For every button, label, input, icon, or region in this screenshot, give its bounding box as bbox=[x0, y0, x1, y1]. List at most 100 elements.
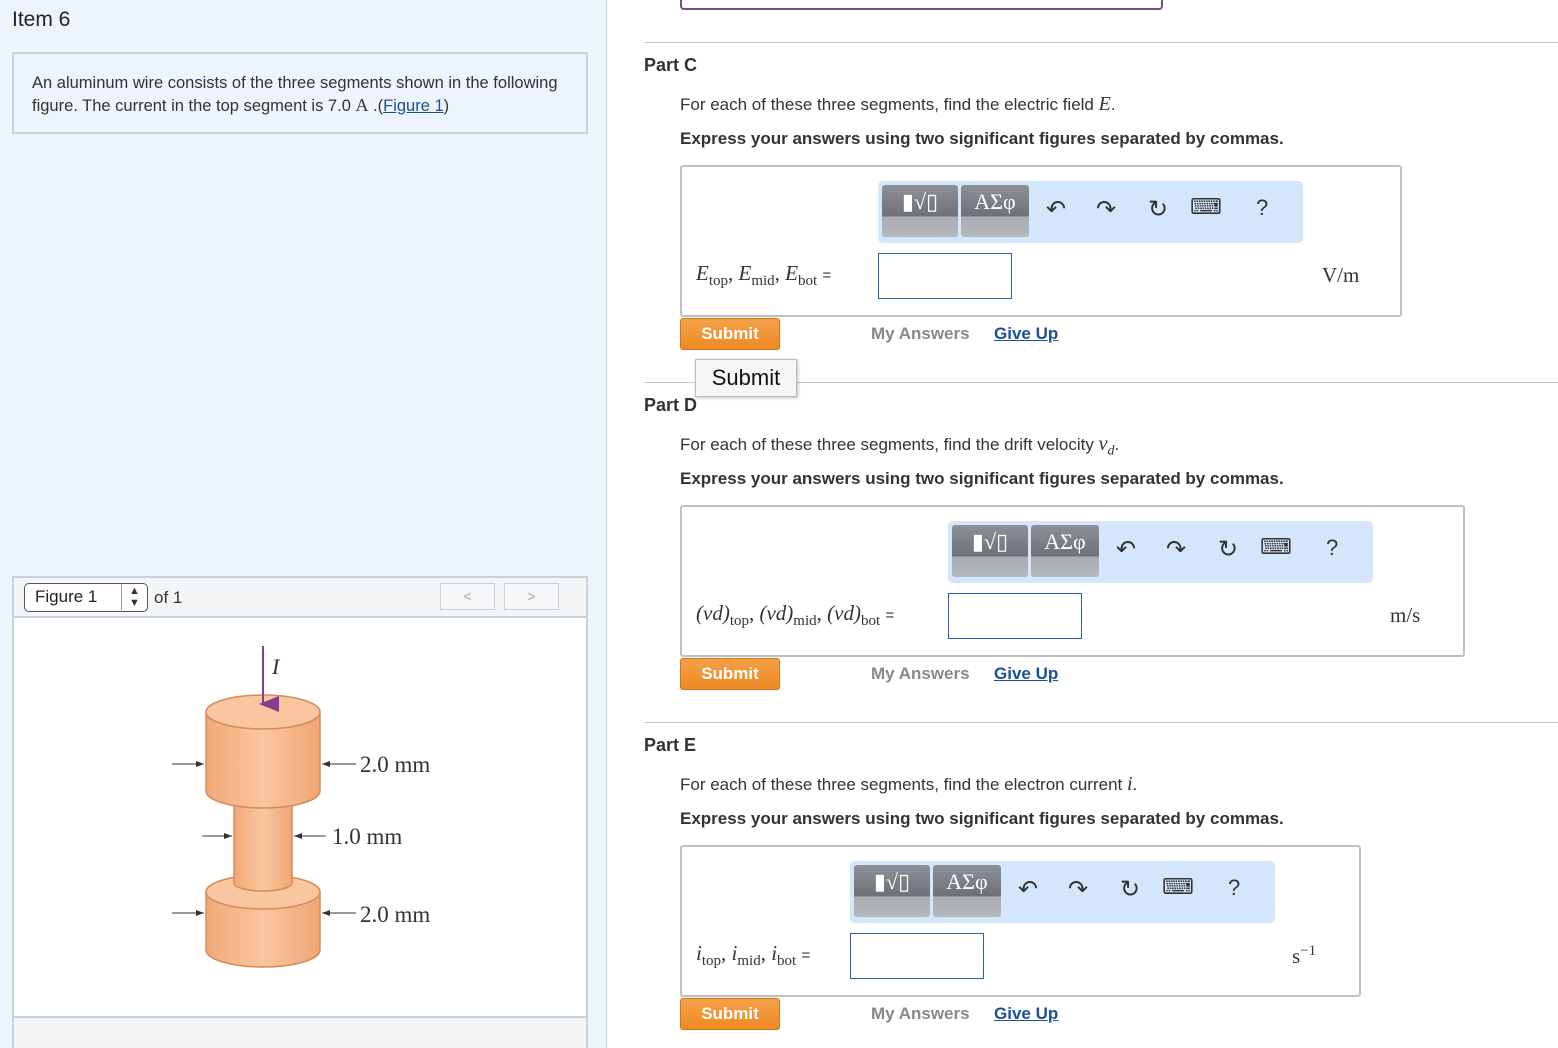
wire-figure: I 2.0 mm 1.0 mm 2.0 mm bbox=[172, 646, 430, 968]
part-d-my-answers-link[interactable]: My Answers bbox=[871, 664, 970, 684]
bottom-dimension-label: 2.0 mm bbox=[360, 902, 430, 927]
redo-icon[interactable]: ↷ bbox=[1166, 535, 1186, 563]
prev-figure-button[interactable]: < bbox=[440, 583, 495, 610]
part-divider bbox=[644, 722, 1558, 723]
symbols-button[interactable]: ΑΣφ bbox=[933, 865, 1001, 917]
part-c-end: . bbox=[1110, 95, 1116, 114]
current-label: I bbox=[271, 654, 281, 679]
part-e-answer-input[interactable] bbox=[850, 933, 984, 979]
part-d-submit-button[interactable]: Submit bbox=[680, 658, 780, 690]
part-c-unit: V/m bbox=[1322, 263, 1360, 287]
help-icon[interactable]: ? bbox=[1326, 535, 1338, 561]
templates-button[interactable]: ▮√▯ bbox=[854, 865, 930, 917]
part-c-answer-input[interactable] bbox=[878, 253, 1012, 299]
part-d-instruction: Express your answers using two significa… bbox=[680, 469, 1284, 488]
redo-icon[interactable]: ↷ bbox=[1096, 195, 1116, 223]
next-figure-button[interactable]: > bbox=[504, 583, 559, 610]
part-e-prompt-text: For each of these three segments, find t… bbox=[680, 775, 1123, 794]
templates-icon: ▮√▯ bbox=[971, 529, 1009, 554]
symbols-button[interactable]: ΑΣφ bbox=[961, 185, 1029, 237]
part-e-submit-button[interactable]: Submit bbox=[680, 998, 780, 1030]
part-d-symbol: v bbox=[1098, 433, 1108, 455]
part-e-my-answers-link[interactable]: My Answers bbox=[871, 1004, 970, 1024]
part-c-title: Part C bbox=[644, 55, 698, 75]
part-d-end: . bbox=[1114, 435, 1120, 454]
part-d-answer-label: (vd)top, (vd)mid, (vd)bot = bbox=[696, 601, 895, 630]
chevron-right-icon: > bbox=[527, 588, 536, 604]
problem-sep: .( bbox=[368, 97, 384, 115]
part-c-instruction: Express your answers using two significa… bbox=[680, 129, 1284, 148]
templates-button[interactable]: ▮√▯ bbox=[882, 185, 958, 237]
part-d-answer-input[interactable] bbox=[948, 593, 1082, 639]
part-e-instruction: Express your answers using two significa… bbox=[680, 809, 1284, 828]
templates-icon: ▮√▯ bbox=[901, 189, 939, 214]
symbols-button[interactable]: ΑΣφ bbox=[1031, 525, 1099, 577]
problem-statement: An aluminum wire consists of the three s… bbox=[12, 52, 588, 134]
symbols-icon: ΑΣφ bbox=[1044, 529, 1086, 554]
problem-text: An aluminum wire consists of the three s… bbox=[32, 74, 558, 115]
part-e-title: Part E bbox=[644, 735, 697, 755]
part-e-answer-box: ▮√▯ ΑΣφ ↶ ↷ ↻ ⌨ ? itop, imid, ibot = s−1 bbox=[680, 845, 1361, 997]
help-icon[interactable]: ? bbox=[1256, 195, 1268, 221]
part-e-unit-exponent: −1 bbox=[1300, 943, 1317, 959]
middle-segment bbox=[233, 795, 293, 892]
chevron-left-icon: < bbox=[463, 588, 472, 604]
part-d-title: Part D bbox=[644, 395, 698, 415]
keyboard-icon[interactable]: ⌨ bbox=[1162, 875, 1194, 900]
part-divider bbox=[644, 42, 1558, 43]
part-c-answer-label: Etop, Emid, Ebot = bbox=[696, 261, 832, 290]
part-d-prompt-text: For each of these three segments, find t… bbox=[680, 435, 1094, 454]
part-c-answer-box: ▮√▯ ΑΣφ ↶ ↷ ↻ ⌨ ? Etop, Emid, Ebot = V/m bbox=[680, 165, 1402, 317]
figure-select[interactable]: Figure 1 ▲ ▼ bbox=[24, 583, 148, 612]
questions-panel: Part C For each of these three segments,… bbox=[608, 0, 1558, 1048]
figure-link[interactable]: Figure 1 bbox=[383, 97, 444, 115]
part-d-math-toolbar: ▮√▯ ΑΣφ ↶ ↷ ↻ ⌨ ? bbox=[948, 521, 1373, 583]
part-c-submit-button[interactable]: Submit bbox=[680, 318, 780, 350]
undo-icon[interactable]: ↶ bbox=[1046, 195, 1066, 223]
figure-select-value: Figure 1 bbox=[35, 587, 98, 606]
updown-arrows-icon: ▲ ▼ bbox=[121, 584, 147, 610]
part-c-symbol: E bbox=[1098, 93, 1111, 115]
part-d-give-up-link[interactable]: Give Up bbox=[994, 664, 1058, 684]
figure-count: of 1 bbox=[154, 588, 183, 607]
figure-footer bbox=[12, 1016, 588, 1048]
part-d-answer-box: ▮√▯ ΑΣφ ↶ ↷ ↻ ⌨ ? (vd)top, (vd)mid, (vd)… bbox=[680, 505, 1465, 657]
top-segment bbox=[205, 694, 321, 809]
redo-icon[interactable]: ↷ bbox=[1068, 875, 1088, 903]
undo-icon[interactable]: ↶ bbox=[1116, 535, 1136, 563]
problem-unit: A bbox=[355, 95, 369, 115]
part-e-math-toolbar: ▮√▯ ΑΣφ ↶ ↷ ↻ ⌨ ? bbox=[850, 861, 1275, 923]
symbols-icon: ΑΣφ bbox=[946, 869, 988, 894]
part-e-answer-label: itop, imid, ibot = bbox=[696, 941, 811, 970]
part-d-unit: m/s bbox=[1390, 603, 1421, 627]
previous-answer-box bbox=[680, 0, 1163, 10]
reset-icon[interactable]: ↻ bbox=[1218, 535, 1238, 563]
keyboard-icon[interactable]: ⌨ bbox=[1260, 535, 1292, 560]
figure-navigation: Figure 1 ▲ ▼ of 1 < > bbox=[12, 576, 588, 618]
part-c-prompt-text: For each of these three segments, find t… bbox=[680, 95, 1094, 114]
part-c-my-answers-link[interactable]: My Answers bbox=[871, 324, 970, 344]
part-d-prompt: For each of these three segments, find t… bbox=[680, 433, 1120, 459]
figure-panel: I 2.0 mm 1.0 mm 2.0 mm bbox=[12, 618, 588, 1018]
reset-icon[interactable]: ↻ bbox=[1120, 875, 1140, 903]
part-e-unit-base: s bbox=[1292, 944, 1301, 968]
problem-close: ) bbox=[443, 97, 450, 115]
part-e-give-up-link[interactable]: Give Up bbox=[994, 1004, 1058, 1024]
part-c-give-up-link[interactable]: Give Up bbox=[994, 324, 1058, 344]
reset-icon[interactable]: ↻ bbox=[1148, 195, 1168, 223]
part-c-math-toolbar: ▮√▯ ΑΣφ ↶ ↷ ↻ ⌨ ? bbox=[878, 181, 1303, 243]
part-e-unit: s−1 bbox=[1292, 943, 1316, 969]
item-title: Item 6 bbox=[12, 8, 71, 31]
middle-dimension-label: 1.0 mm bbox=[332, 824, 402, 849]
help-icon[interactable]: ? bbox=[1228, 875, 1240, 901]
submit-tooltip: Submit bbox=[695, 359, 797, 397]
symbols-icon: ΑΣφ bbox=[974, 189, 1016, 214]
problem-panel: Item 6 An aluminum wire consists of the … bbox=[0, 0, 607, 1048]
templates-icon: ▮√▯ bbox=[873, 869, 911, 894]
keyboard-icon[interactable]: ⌨ bbox=[1190, 195, 1222, 220]
part-e-end: . bbox=[1132, 775, 1138, 794]
top-dimension-label: 2.0 mm bbox=[360, 752, 430, 777]
templates-button[interactable]: ▮√▯ bbox=[952, 525, 1028, 577]
part-c-prompt: For each of these three segments, find t… bbox=[680, 93, 1116, 116]
undo-icon[interactable]: ↶ bbox=[1018, 875, 1038, 903]
